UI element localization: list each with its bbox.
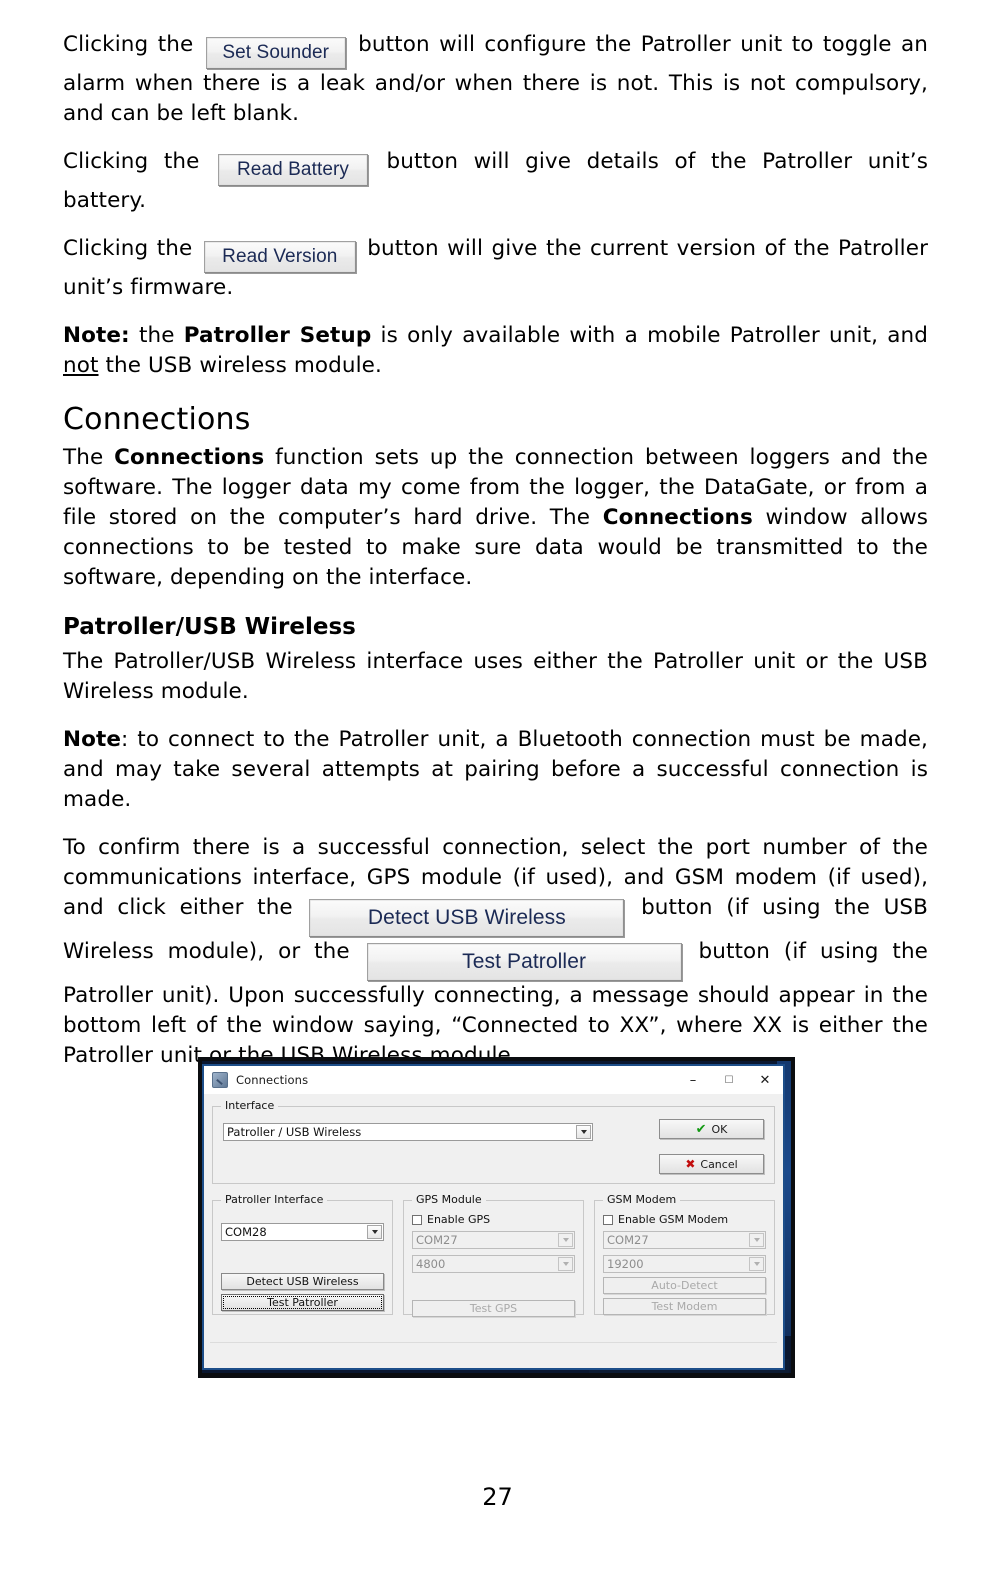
paragraph-confirm-connection: To confirm there is a successful connect… [63, 833, 928, 1071]
close-icon[interactable]: ✕ [747, 1066, 783, 1094]
desktop-background: Connections – ☐ ✕ Interface Patroller / … [202, 1061, 791, 1373]
text-fragment: is only available with a mobile Patrolle… [371, 323, 929, 348]
text-fragment: button will configure the Patroller unit… [63, 32, 929, 126]
chevron-down-icon[interactable] [576, 1125, 591, 1139]
text-fragment: Clicking the [63, 149, 200, 174]
paragraph-read-version: Clicking the Read Version button will gi… [63, 234, 928, 303]
gps-baud-select: 4800 [412, 1255, 575, 1273]
enable-gsm-label: Enable GSM Modem [618, 1213, 729, 1226]
emphasis-connections-1: Connections [114, 445, 265, 470]
detect-usb-wireless-button[interactable]: Detect USB Wireless [221, 1273, 384, 1290]
document-page: Clicking the Set Sounder button will con… [0, 0, 995, 1576]
auto-detect-button: Auto-Detect [603, 1277, 766, 1294]
text-fragment: The [63, 445, 115, 470]
gsm-modem-group: GSM Modem Enable GSM Modem COM27 19200 A… [594, 1193, 775, 1315]
chevron-down-icon [749, 1233, 764, 1247]
gsm-port-select: COM27 [603, 1231, 766, 1249]
maximize-icon[interactable]: ☐ [711, 1066, 747, 1094]
ok-button-label: OK [711, 1122, 728, 1136]
note-label: Note: [63, 323, 130, 348]
text-fragment: Clicking the [63, 32, 194, 57]
enable-gps-checkbox[interactable] [412, 1214, 422, 1225]
enable-gsm-row[interactable]: Enable GSM Modem [603, 1213, 766, 1226]
gps-port-value: COM27 [416, 1233, 458, 1247]
gps-port-select: COM27 [412, 1231, 575, 1249]
interface-group-legend: Interface [221, 1099, 279, 1113]
note-bluetooth: Note: to connect to the Patroller unit, … [63, 725, 928, 815]
text-fragment: : to connect to the Patroller unit, a Bl… [63, 727, 928, 812]
dialog-actions: ✔ OK ✖ Cancel [659, 1119, 764, 1174]
chevron-down-icon [558, 1257, 573, 1271]
paragraph-connections-description: The Connections function sets up the con… [63, 443, 928, 593]
emphasis-patroller-setup: Patroller Setup [183, 323, 372, 348]
emphasis-connections-2: Connections [602, 505, 753, 530]
paragraph-interface-uses: The Patroller/USB Wireless interface use… [63, 649, 928, 704]
gps-baud-value: 4800 [416, 1257, 446, 1271]
gsm-baud-value: 19200 [607, 1257, 644, 1271]
patroller-port-select[interactable]: COM28 [221, 1223, 384, 1241]
subheading-patroller-usb-wireless: Patroller/USB Wireless [63, 614, 356, 640]
set-sounder-button-image: Set Sounder [205, 37, 346, 69]
text-fragment: Clicking the [63, 236, 193, 261]
patroller-group-legend: Patroller Interface [221, 1193, 328, 1207]
window-body: Interface Patroller / USB Wireless ✔ OK … [204, 1094, 783, 1368]
detect-usb-wireless-button-image: Detect USB Wireless [309, 899, 625, 937]
page-number: 27 [482, 1483, 513, 1511]
enable-gsm-checkbox[interactable] [603, 1214, 613, 1225]
page-content: Clicking the Set Sounder button will con… [63, 30, 928, 1089]
check-icon: ✔ [695, 1121, 707, 1137]
status-bar [210, 1342, 777, 1363]
minimize-icon[interactable]: – [675, 1066, 711, 1094]
gsm-baud-select: 19200 [603, 1255, 766, 1273]
test-gps-button: Test GPS [412, 1300, 575, 1317]
gps-group-legend: GPS Module [412, 1193, 486, 1207]
test-patroller-button[interactable]: Test Patroller [221, 1294, 384, 1311]
window-controls: – ☐ ✕ [675, 1066, 783, 1094]
note-patroller-setup: Note: the Patroller Setup is only availa… [63, 321, 928, 381]
read-version-button-image: Read Version [203, 241, 356, 273]
patroller-interface-group: Patroller Interface COM28 Detect USB Wir… [212, 1193, 393, 1315]
test-modem-button: Test Modem [603, 1298, 766, 1315]
connections-window: Connections – ☐ ✕ Interface Patroller / … [202, 1064, 785, 1370]
x-icon: ✖ [685, 1157, 696, 1171]
enable-gps-label: Enable GPS [427, 1213, 491, 1226]
paragraph-set-sounder: Clicking the Set Sounder button will con… [63, 30, 928, 129]
window-title: Connections [236, 1073, 309, 1087]
gsm-port-value: COM27 [607, 1233, 649, 1247]
ok-button[interactable]: ✔ OK [659, 1119, 764, 1139]
connections-dialog-screenshot: Connections – ☐ ✕ Interface Patroller / … [198, 1057, 795, 1378]
interface-select[interactable]: Patroller / USB Wireless [223, 1123, 593, 1141]
text-fragment: the [129, 323, 184, 348]
note-label: Note [63, 727, 122, 752]
window-title-bar: Connections – ☐ ✕ [204, 1066, 783, 1094]
paragraph-read-battery: Clicking the Read Battery button will gi… [63, 147, 928, 216]
module-columns: Patroller Interface COM28 Detect USB Wir… [212, 1193, 775, 1317]
cancel-button-label: Cancel [700, 1157, 738, 1171]
chevron-down-icon[interactable] [367, 1225, 382, 1239]
read-battery-button-image: Read Battery [217, 154, 368, 186]
interface-group: Interface Patroller / USB Wireless ✔ OK … [212, 1099, 775, 1184]
enable-gps-row[interactable]: Enable GPS [412, 1213, 575, 1226]
gps-module-group: GPS Module Enable GPS COM27 4800 Test GP… [403, 1193, 584, 1317]
interface-selected-value: Patroller / USB Wireless [227, 1125, 362, 1139]
interface-combo-wrap: Patroller / USB Wireless [223, 1123, 593, 1141]
gsm-group-legend: GSM Modem [603, 1193, 681, 1207]
text-fragment: button will give the current version of … [63, 236, 929, 300]
app-icon [212, 1072, 228, 1088]
chevron-down-icon [749, 1257, 764, 1271]
test-patroller-button-image: Test Patroller [366, 943, 682, 981]
patroller-port-value: COM28 [225, 1225, 267, 1239]
cancel-button[interactable]: ✖ Cancel [659, 1154, 764, 1174]
chevron-down-icon [558, 1233, 573, 1247]
section-heading-connections: Connections [63, 402, 251, 437]
text-fragment: the USB wireless module. [98, 353, 382, 378]
emphasis-not: not [63, 353, 99, 378]
